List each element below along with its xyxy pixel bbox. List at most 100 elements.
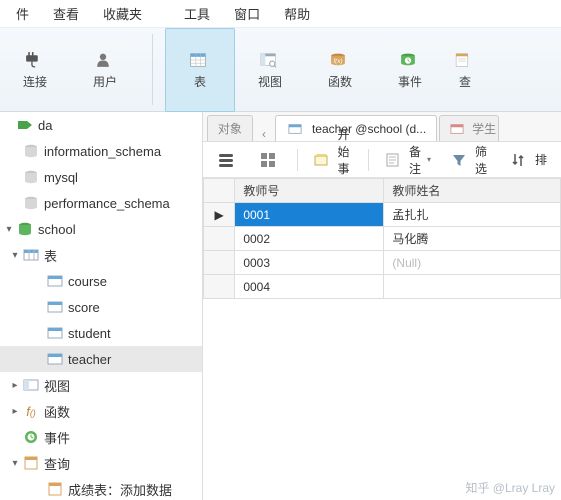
query-icon [454, 51, 472, 69]
conn-da[interactable]: da [0, 112, 202, 138]
ribbon-func[interactable]: f(x) 函数 [305, 28, 375, 112]
group-tables[interactable]: ▾ 表 [0, 242, 202, 268]
ribbon-user[interactable]: 用户 [70, 28, 140, 112]
table-label: score [68, 300, 202, 315]
table-item-icon [46, 298, 64, 316]
table-row[interactable]: 0003 (Null) [203, 251, 560, 275]
list-icon [217, 151, 235, 169]
table-course[interactable]: course [0, 268, 202, 294]
menu-fav[interactable]: 收藏夹 [91, 0, 154, 27]
table-icon [189, 51, 207, 69]
ribbon-table[interactable]: 表 [165, 28, 235, 112]
col-teacher-name[interactable]: 教师姓名 [384, 179, 561, 203]
db-school[interactable]: ▾ school [0, 216, 202, 242]
cell-name[interactable] [384, 275, 561, 299]
btn-remark[interactable]: 备注 ▾ [377, 147, 439, 173]
table-row[interactable]: ▶ 0001 孟扎扎 [203, 203, 560, 227]
note-icon [385, 151, 401, 169]
tab-objects[interactable]: 对象 [207, 115, 253, 141]
row-marker[interactable]: ▶ [203, 203, 234, 227]
query-item[interactable]: 成绩表：添加数据 [0, 476, 202, 500]
row-marker[interactable] [203, 275, 234, 299]
cell-name[interactable]: (Null) [384, 251, 561, 275]
row-selector-header [203, 179, 234, 203]
database-icon [22, 194, 40, 212]
conn-da-label: da [38, 118, 202, 133]
menu-file[interactable]: 件 [4, 0, 41, 27]
events-group-icon [22, 428, 40, 446]
funnel-icon [451, 151, 467, 169]
query-label: 成绩表：添加数据 [68, 480, 202, 499]
chevron-right-icon[interactable]: ▸ [8, 380, 22, 391]
query-item-icon [46, 480, 64, 498]
col-teacher-id[interactable]: 教师号 [235, 179, 384, 203]
group-views[interactable]: ▸ 视图 [0, 372, 202, 398]
tab-teacher-label: teacher @school (d... [312, 122, 426, 136]
queries-group-icon [22, 454, 40, 472]
btn-start-transaction[interactable]: 开始事务 [305, 147, 360, 173]
ribbon-connect[interactable]: 连接 [0, 28, 70, 112]
ribbon-query-label: 查 [459, 73, 471, 90]
chevron-down-icon[interactable]: ▾ [8, 458, 22, 469]
db-information-schema[interactable]: information_schema [0, 138, 202, 164]
grid-header-row: 教师号 教师姓名 [203, 179, 560, 203]
table-icon [286, 120, 304, 138]
tab-student-label: 学生 [472, 120, 496, 137]
table-student[interactable]: student [0, 320, 202, 346]
table-score[interactable]: score [0, 294, 202, 320]
function-icon: f(x) [329, 51, 347, 69]
data-grid[interactable]: 教师号 教师姓名 ▶ 0001 孟扎扎 0002 马化腾 0003 (Null)… [203, 178, 561, 299]
menu-tools[interactable]: 工具 [172, 0, 222, 27]
ribbon-view[interactable]: 视图 [235, 28, 305, 112]
views-group-icon [22, 376, 40, 394]
tab-teacher[interactable]: teacher @school (d... [275, 115, 437, 141]
table-row[interactable]: 0002 马化腾 [203, 227, 560, 251]
db-label: school [38, 222, 202, 237]
row-marker[interactable] [203, 227, 234, 251]
btn-list-view[interactable] [209, 147, 247, 173]
group-label: 表 [44, 246, 202, 265]
row-marker[interactable] [203, 251, 234, 275]
db-performance-schema[interactable]: performance_schema [0, 190, 202, 216]
chevron-right-icon[interactable]: ▸ [8, 406, 22, 417]
tables-group-icon [22, 246, 40, 264]
main-area: da information_schema mysql performance_… [0, 112, 561, 500]
db-mysql[interactable]: mysql [0, 164, 202, 190]
ribbon-user-label: 用户 [93, 73, 117, 90]
cell-id[interactable]: 0004 [235, 275, 384, 299]
group-events[interactable]: 事件 [0, 424, 202, 450]
table-row[interactable]: 0004 [203, 275, 560, 299]
tab-scroll-left[interactable]: ‹ [255, 127, 273, 141]
menu-view[interactable]: 查看 [41, 0, 91, 27]
menu-window[interactable]: 窗口 [222, 0, 272, 27]
table-label: teacher [68, 352, 202, 367]
chevron-down-icon[interactable]: ▾ [2, 224, 16, 235]
cell-name[interactable]: 孟扎扎 [384, 203, 561, 227]
cell-name[interactable]: 马化腾 [384, 227, 561, 251]
chevron-down-icon[interactable]: ▾ [8, 250, 22, 261]
ribbon-func-label: 函数 [328, 73, 352, 90]
tab-student[interactable]: 学生 [439, 115, 499, 141]
btn-grid-view[interactable] [251, 147, 289, 173]
ribbon-event[interactable]: 事件 [375, 28, 445, 112]
content-pane: 对象 ‹ teacher @school (d... 学生 开始事务 [203, 112, 561, 500]
ribbon-event-label: 事件 [398, 73, 422, 90]
btn-filter[interactable]: 筛选 [443, 147, 497, 173]
watermark: 知乎 @Lray Lray [465, 479, 555, 496]
cell-id[interactable]: 0003 [235, 251, 384, 275]
cell-id[interactable]: 0002 [235, 227, 384, 251]
group-queries[interactable]: ▾ 查询 [0, 450, 202, 476]
btn-sort[interactable]: 排 [501, 147, 555, 173]
cell-id[interactable]: 0001 [235, 203, 384, 227]
connection-icon [16, 116, 34, 134]
menubar: 件 查看 收藏夹 工具 窗口 帮助 [0, 0, 561, 28]
menu-help[interactable]: 帮助 [272, 0, 322, 27]
transaction-icon [313, 151, 329, 169]
group-label: 查询 [44, 454, 202, 473]
table-icon [450, 120, 464, 138]
btn-sort-label: 排 [535, 151, 547, 168]
table-teacher[interactable]: teacher [0, 346, 202, 372]
group-functions[interactable]: ▸ f() 函数 [0, 398, 202, 424]
ribbon-view-label: 视图 [258, 73, 282, 90]
ribbon-query[interactable]: 查 [445, 28, 485, 112]
